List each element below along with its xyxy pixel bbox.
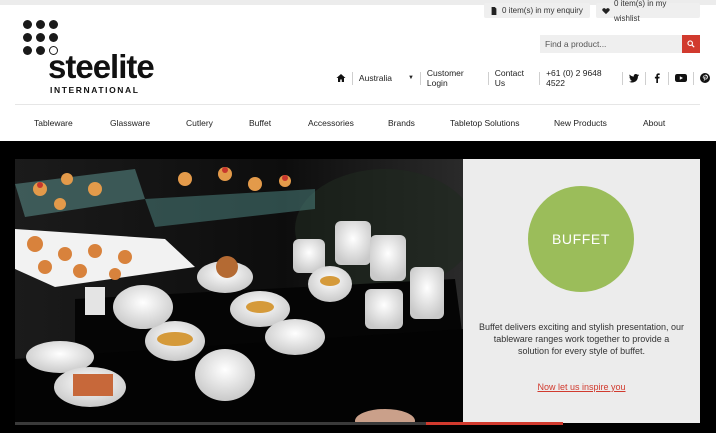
- heart-icon: [602, 7, 610, 14]
- buffet-display-image: [15, 159, 463, 423]
- nav-item-buffet[interactable]: Buffet: [249, 118, 271, 128]
- nav-item-glassware[interactable]: Glassware: [110, 118, 150, 128]
- logo-subtitle: INTERNATIONAL: [50, 85, 140, 95]
- buffet-badge: BUFFET: [528, 186, 634, 292]
- nav-item-tableware[interactable]: Tableware: [34, 118, 73, 128]
- slide-progress-fill: [426, 422, 563, 425]
- nav-divider: [15, 104, 700, 105]
- logo-wordmark: steelite: [48, 48, 155, 85]
- document-icon: [491, 6, 497, 15]
- product-search: [540, 35, 700, 53]
- wishlist-link[interactable]: 0 item(s) in my wishlist: [596, 0, 700, 23]
- enquiry-label: 0 item(s) in my enquiry: [502, 6, 583, 15]
- region-label: Australia: [358, 73, 392, 83]
- twitter-icon: [629, 74, 640, 83]
- buffet-description: Buffet delivers exciting and stylish pre…: [479, 322, 684, 356]
- nav-item-brands[interactable]: Brands: [388, 118, 415, 128]
- hero-banner: BUFFET Buffet delivers exciting and styl…: [0, 141, 716, 433]
- home-link[interactable]: [330, 70, 352, 86]
- pinterest-link[interactable]: [694, 70, 716, 86]
- nav-item-tabletop-solutions[interactable]: Tabletop Solutions: [450, 118, 519, 128]
- nav-item-accessories[interactable]: Accessories: [308, 118, 354, 128]
- steelite-logo[interactable]: steelite INTERNATIONAL: [23, 20, 155, 95]
- buffet-info-panel: BUFFET Buffet delivers exciting and styl…: [463, 159, 700, 423]
- facebook-link[interactable]: [646, 70, 668, 86]
- region-select[interactable]: Australia ▼: [353, 70, 420, 86]
- facebook-icon: [655, 73, 660, 83]
- enquiry-link[interactable]: 0 item(s) in my enquiry: [484, 3, 590, 18]
- home-icon: [336, 74, 346, 82]
- nav-item-about[interactable]: About: [643, 118, 665, 128]
- customer-login-link[interactable]: Customer Login: [421, 68, 488, 88]
- search-button[interactable]: [682, 35, 700, 53]
- pinterest-icon: [700, 73, 711, 83]
- youtube-icon: [675, 74, 688, 82]
- slide-progress-bar: [15, 422, 563, 425]
- utility-bar: Australia ▼ Customer Login Contact Us +6…: [330, 68, 716, 88]
- caret-down-icon: ▼: [408, 75, 414, 81]
- main-nav: Tableware Glassware Cutlery Buffet Acces…: [15, 112, 700, 136]
- inspire-link[interactable]: Now let us inspire you: [463, 382, 700, 392]
- nav-item-cutlery[interactable]: Cutlery: [186, 118, 213, 128]
- phone-number: +61 (0) 2 9648 4522: [546, 68, 602, 88]
- twitter-link[interactable]: [623, 70, 645, 86]
- search-input[interactable]: [540, 35, 682, 53]
- search-icon: [687, 40, 695, 48]
- contact-link[interactable]: Contact Us: [489, 68, 539, 88]
- nav-item-new-products[interactable]: New Products: [554, 118, 607, 128]
- youtube-link[interactable]: [669, 70, 693, 86]
- wishlist-label: 0 item(s) in my wishlist: [613, 0, 667, 23]
- buffet-photo: [15, 159, 463, 423]
